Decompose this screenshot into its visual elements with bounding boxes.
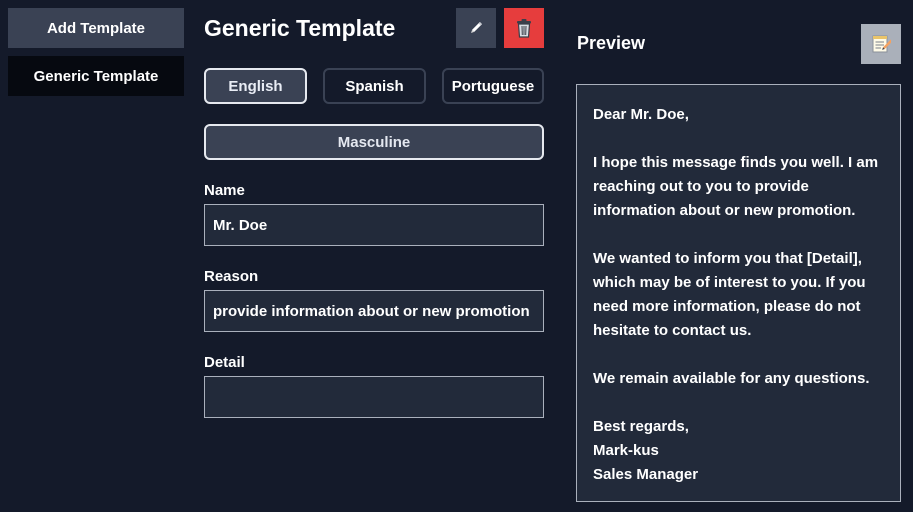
preview-paragraph-2: We wanted to inform you that [Detail], w…: [593, 250, 866, 339]
preview-title: Preview: [577, 33, 646, 53]
gender-toggle-button[interactable]: Masculine: [204, 124, 544, 160]
preview-paragraph-1: I hope this message finds you well. I am…: [593, 154, 879, 219]
preview-signer-name: Mark-kus: [593, 442, 659, 459]
preview-panel: Dear Mr. Doe, I hope this message finds …: [576, 84, 901, 502]
add-template-button[interactable]: Add Template: [8, 8, 184, 48]
language-english-button[interactable]: English: [204, 68, 307, 104]
detail-label: Detail: [204, 354, 245, 371]
trash-icon: [517, 19, 531, 38]
sidebar-item-generic-template[interactable]: Generic Template: [8, 56, 184, 96]
delete-button[interactable]: [504, 8, 544, 48]
language-portuguese-button[interactable]: Portuguese: [442, 68, 544, 104]
memo-icon: [872, 35, 891, 53]
name-label: Name: [204, 182, 245, 199]
preview-closing: Best regards,: [593, 418, 689, 435]
preview-paragraph-3: We remain available for any questions.: [593, 370, 870, 387]
reason-field[interactable]: [204, 290, 544, 332]
language-spanish-button[interactable]: Spanish: [323, 68, 426, 104]
detail-field[interactable]: [204, 376, 544, 418]
name-field[interactable]: [204, 204, 544, 246]
reason-label: Reason: [204, 268, 259, 285]
preview-signature: Best regards, Mark-kus Sales Manager: [593, 415, 884, 487]
preview-greeting: Dear Mr. Doe,: [593, 106, 689, 123]
pencil-icon: [471, 21, 483, 33]
template-title: Generic Template: [204, 15, 396, 41]
edit-button[interactable]: [456, 8, 496, 48]
copy-button[interactable]: [861, 24, 901, 64]
preview-signer-title: Sales Manager: [593, 466, 699, 483]
